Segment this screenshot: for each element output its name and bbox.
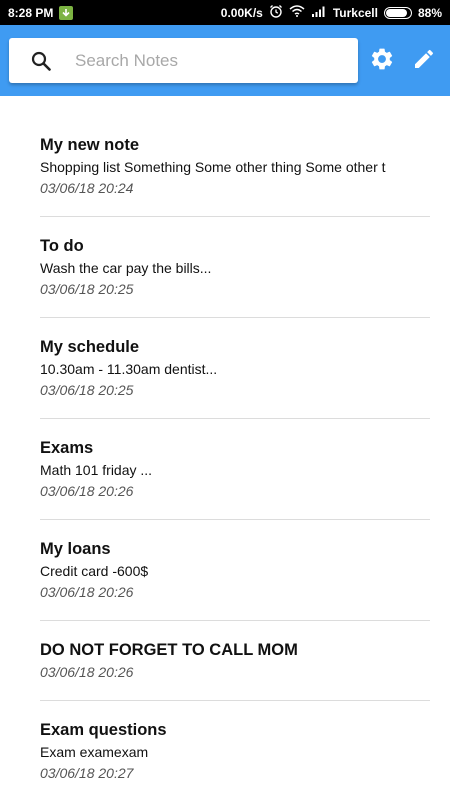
note-preview: Exam examexam — [40, 744, 149, 760]
alarm-icon — [269, 4, 283, 21]
note-title: My loans — [40, 540, 111, 558]
battery-percent: 88% — [417, 5, 442, 20]
carrier-name: Turkcell — [332, 5, 378, 20]
settings-button[interactable] — [368, 47, 396, 75]
app-bar — [0, 25, 450, 96]
note-title: To do — [40, 237, 84, 255]
note-timestamp: 03/06/18 20:24 — [40, 180, 134, 196]
search-input[interactable] — [75, 38, 345, 83]
battery-fill — [385, 8, 408, 17]
note-timestamp: 03/06/18 20:26 — [40, 664, 134, 680]
note-title: Exam questions — [40, 721, 167, 739]
note-item[interactable]: My loans Credit card -600$ 03/06/18 20:26 — [40, 520, 430, 621]
notes-list: My new note Shopping list Something Some … — [0, 116, 450, 800]
note-timestamp: 03/06/18 20:25 — [40, 382, 134, 398]
note-preview: Math 101 friday ... — [40, 462, 153, 478]
pencil-icon — [412, 47, 436, 76]
note-item[interactable]: To do Wash the car pay the bills... 03/06/… — [40, 217, 430, 318]
note-title: My new note — [40, 136, 140, 154]
note-preview: Credit card -600$ — [40, 563, 149, 579]
clock: 8:28 PM — [8, 5, 54, 20]
note-preview: Shopping list Something Some other thing… — [40, 159, 386, 175]
note-preview: 10.30am - 11.30am dentist... — [40, 361, 218, 377]
note-timestamp: 03/06/18 20:26 — [40, 584, 134, 600]
battery-icon — [383, 6, 412, 19]
network-speed: 0.00K/s — [220, 5, 263, 20]
gear-icon — [369, 46, 395, 77]
note-item[interactable]: My new note Shopping list Something Some … — [40, 116, 430, 217]
search-box[interactable] — [9, 38, 358, 83]
note-item[interactable]: Exam questions Exam examexam 03/06/18 20:2… — [40, 701, 430, 800]
note-title: DO NOT FORGET TO CALL MOM — [40, 641, 298, 659]
note-timestamp: 03/06/18 20:25 — [40, 281, 134, 297]
wifi-icon — [289, 5, 305, 20]
new-note-button[interactable] — [410, 47, 438, 75]
note-timestamp: 03/06/18 20:26 — [40, 483, 134, 499]
signal-icon — [311, 5, 327, 20]
search-icon[interactable] — [31, 51, 51, 71]
note-title: My schedule — [40, 338, 140, 356]
note-item[interactable]: Exams Math 101 friday ... 03/06/18 20:26 — [40, 419, 430, 520]
note-item[interactable]: My schedule 10.30am - 11.30am dentist... 0… — [40, 318, 430, 419]
note-preview: Wash the car pay the bills... — [40, 260, 212, 276]
note-title: Exams — [40, 439, 94, 457]
download-icon — [59, 5, 74, 20]
note-item[interactable]: DO NOT FORGET TO CALL MOM 03/06/18 20:26 — [40, 621, 430, 701]
note-timestamp: 03/06/18 20:27 — [40, 765, 134, 781]
status-bar: 8:28 PM 0.00K/s Turkcell 88% — [0, 0, 450, 25]
